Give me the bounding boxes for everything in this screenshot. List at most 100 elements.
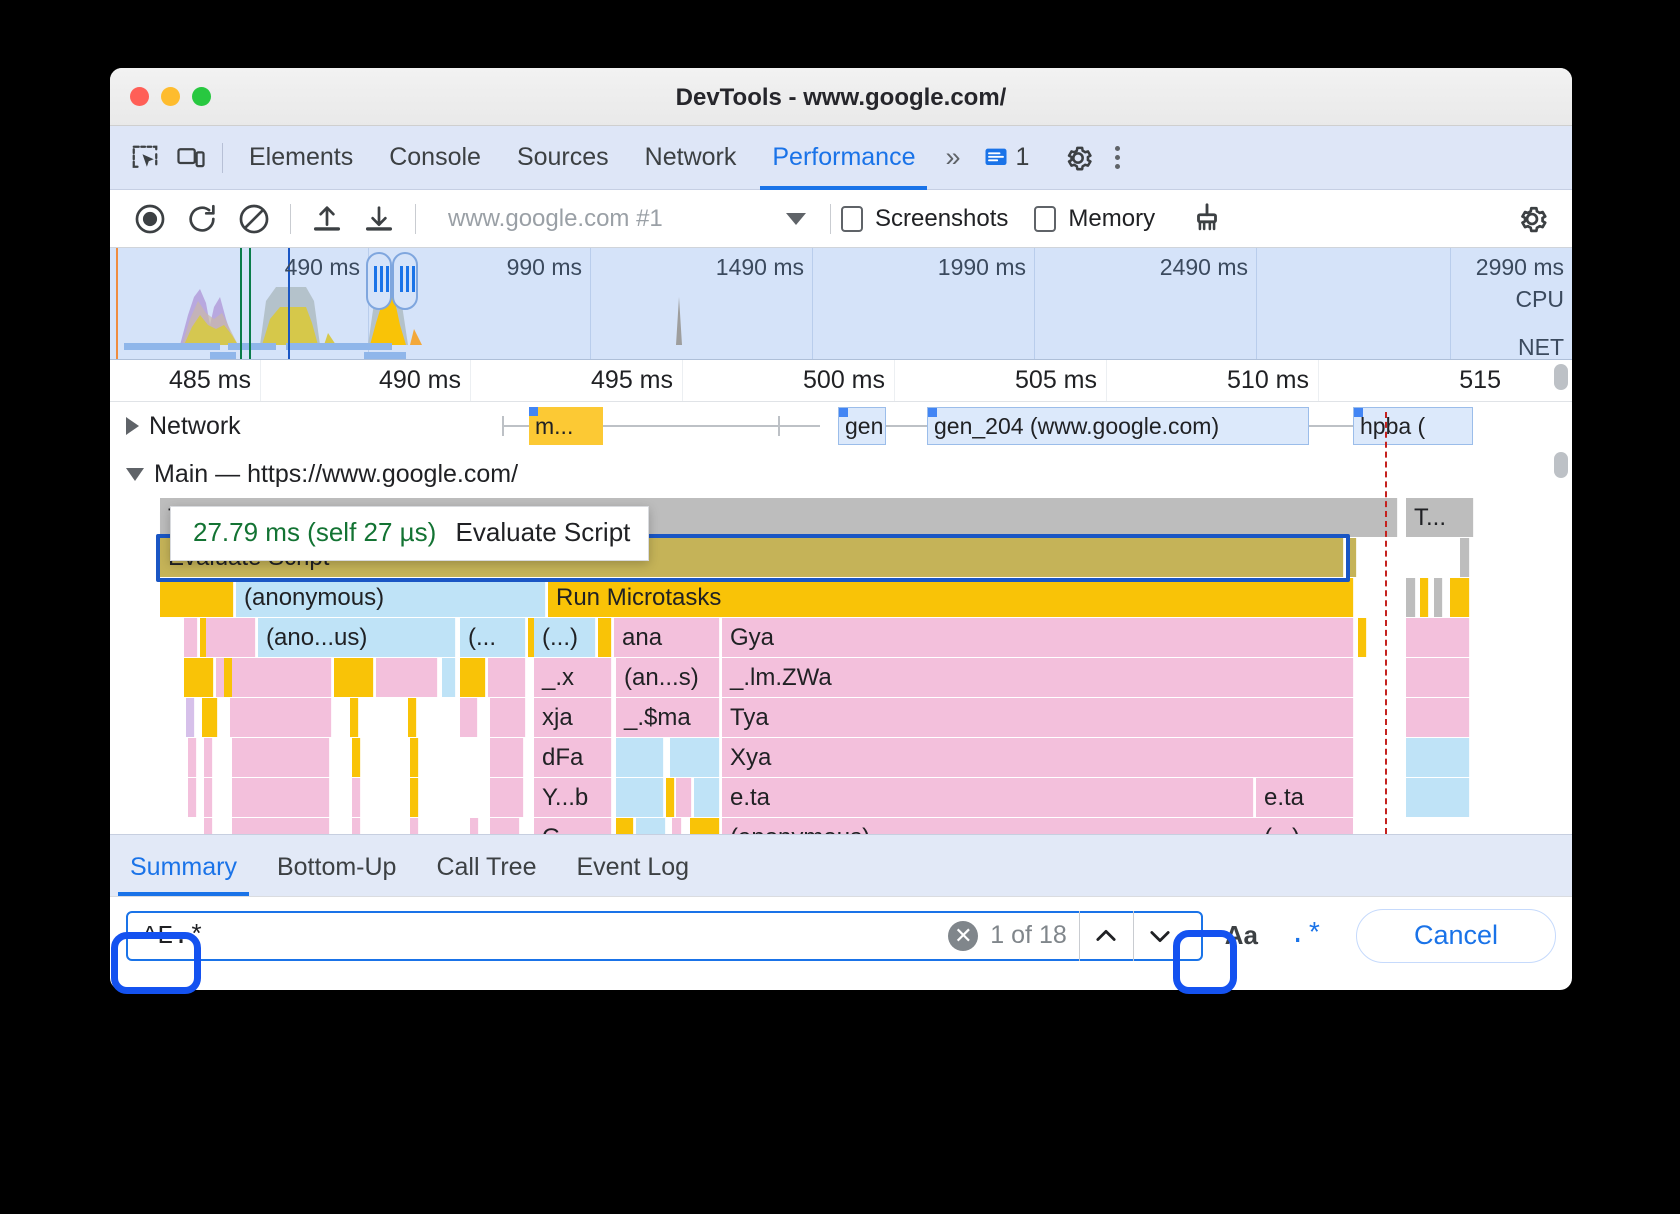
- upload-profile-button[interactable]: [301, 193, 353, 245]
- flame-event-sliver[interactable]: [188, 778, 197, 817]
- flame-event-sliver[interactable]: [334, 658, 374, 697]
- flame-event-yellow[interactable]: [160, 578, 234, 617]
- flame-event-blue[interactable]: [670, 738, 720, 777]
- use-regex-button[interactable]: .*: [1280, 911, 1332, 961]
- more-tabs-icon[interactable]: »: [933, 142, 969, 173]
- flame-event-eta-2[interactable]: e.ta: [1256, 778, 1354, 817]
- flame-event-sliver[interactable]: [1406, 778, 1470, 817]
- flame-event-sliver[interactable]: [232, 778, 330, 817]
- timeline-flamechart[interactable]: 485 ms 490 ms 495 ms 500 ms 505 ms 510 m…: [110, 360, 1572, 834]
- flame-event-run-microtasks[interactable]: Run Microtasks: [548, 578, 1354, 617]
- overview-selection-handle-right[interactable]: [392, 252, 418, 310]
- flame-event-eta[interactable]: e.ta: [722, 778, 1254, 817]
- flame-event-underscore-x[interactable]: _.x: [534, 658, 612, 697]
- kebab-menu-icon[interactable]: [1101, 146, 1134, 169]
- flame-event-sliver[interactable]: [352, 738, 361, 777]
- flame-event-dfa[interactable]: dFa: [534, 738, 612, 777]
- capture-settings-gear-icon[interactable]: [1506, 193, 1558, 245]
- settings-gear-icon[interactable]: [1055, 135, 1101, 181]
- flame-event-sliver[interactable]: [488, 658, 526, 697]
- flame-event-sliver[interactable]: [1406, 738, 1470, 777]
- memory-checkbox[interactable]: Memory: [1034, 205, 1155, 233]
- flame-event-sliver[interactable]: [1348, 538, 1357, 577]
- search-prev-button[interactable]: [1079, 911, 1133, 961]
- flame-event-tya[interactable]: Tya: [722, 698, 1354, 737]
- flame-event-sliver[interactable]: [672, 818, 682, 834]
- flame-event-sliver[interactable]: [184, 618, 198, 657]
- flame-event-sliver[interactable]: [690, 818, 720, 834]
- flame-event-sliver[interactable]: [598, 618, 612, 657]
- flame-event-sliver[interactable]: [408, 698, 417, 737]
- collect-garbage-button[interactable]: [1181, 193, 1233, 245]
- flame-event-sliver[interactable]: [204, 778, 213, 817]
- network-track[interactable]: m... gen gen_204 (www.google.com) hpba (: [110, 402, 1572, 450]
- flame-event-sliver[interactable]: [1406, 658, 1470, 697]
- flame-event-anonymous[interactable]: (ano...us): [258, 618, 456, 657]
- flame-event-blue[interactable]: [616, 738, 664, 777]
- tab-console[interactable]: Console: [371, 126, 499, 190]
- flame-event-sliver[interactable]: [676, 778, 692, 817]
- flame-event-sliver[interactable]: [410, 778, 419, 817]
- flame-event-sliver[interactable]: [230, 698, 332, 737]
- search-input[interactable]: ^E.* ✕ 1 of 18: [126, 911, 1203, 961]
- flame-event-gya[interactable]: Gya: [722, 618, 1354, 657]
- flame-event-sliver[interactable]: [376, 658, 438, 697]
- issues-indicator[interactable]: 1: [970, 143, 1042, 172]
- clear-recording-button[interactable]: [228, 193, 280, 245]
- screenshots-checkbox[interactable]: Screenshots: [841, 205, 1008, 233]
- flame-event-sliver[interactable]: [202, 698, 218, 737]
- flame-event-sliver[interactable]: [666, 778, 675, 817]
- device-toolbar-icon[interactable]: [168, 135, 214, 181]
- flame-event-sliver[interactable]: [460, 658, 486, 697]
- overview-selection-handle-left[interactable]: [366, 252, 392, 310]
- tab-sources[interactable]: Sources: [499, 126, 627, 190]
- flame-event-sliver[interactable]: [470, 818, 479, 834]
- tab-bottom-up[interactable]: Bottom-Up: [257, 853, 416, 896]
- flame-event-sliver[interactable]: [1450, 578, 1470, 617]
- flame-event-sliver[interactable]: [1358, 618, 1367, 657]
- flame-event-sliver[interactable]: [232, 818, 330, 834]
- flame-event-sliver[interactable]: [184, 658, 214, 697]
- tab-summary[interactable]: Summary: [110, 853, 257, 896]
- flame-event-y-b[interactable]: Y...b: [534, 778, 612, 817]
- flame-event-sliver[interactable]: [1434, 578, 1443, 617]
- flame-event-sliver[interactable]: [1420, 578, 1429, 617]
- flame-event-xja[interactable]: xja: [534, 698, 612, 737]
- flame-event-sliver[interactable]: [410, 738, 419, 777]
- flame-event-sliver[interactable]: [186, 698, 195, 737]
- timeline-scrollbar-thumb[interactable]: [1554, 364, 1568, 390]
- flame-event-sliver[interactable]: [490, 818, 520, 834]
- flame-event-anon-dots[interactable]: (...): [534, 618, 596, 657]
- chevron-down-icon[interactable]: [126, 468, 144, 481]
- flame-event-blue[interactable]: [616, 778, 664, 817]
- flame-event-blue[interactable]: [636, 818, 666, 834]
- tab-call-tree[interactable]: Call Tree: [416, 853, 556, 896]
- flame-event-lm-zwa[interactable]: _.lm.ZWa: [722, 658, 1354, 697]
- flame-event-dots[interactable]: (...): [1256, 818, 1354, 834]
- flame-event-sliver[interactable]: [352, 778, 361, 817]
- network-track-header[interactable]: Network: [110, 402, 1572, 450]
- tab-event-log[interactable]: Event Log: [557, 853, 710, 896]
- timeline-overview[interactable]: 490 ms 990 ms 1490 ms 1990 ms 2490 ms 29…: [110, 248, 1572, 360]
- flame-event-sliver[interactable]: [490, 738, 524, 777]
- main-track-header[interactable]: Main — https://www.google.com/: [110, 450, 1572, 498]
- flame-event-anonymous[interactable]: (anonymous): [236, 578, 546, 617]
- flame-event-xya[interactable]: Xya: [722, 738, 1354, 777]
- flame-event-ana[interactable]: ana: [614, 618, 720, 657]
- flame-event-sliver[interactable]: [616, 818, 634, 834]
- flame-event-anon-s[interactable]: (an...s): [616, 658, 720, 697]
- flame-event-dollar-ma[interactable]: _.$ma: [616, 698, 720, 737]
- flame-event-sliver[interactable]: [352, 818, 361, 834]
- flame-event-sliver[interactable]: [1406, 698, 1470, 737]
- chevron-right-icon[interactable]: [126, 417, 139, 435]
- clear-search-icon[interactable]: ✕: [948, 921, 978, 951]
- match-case-button[interactable]: Aa: [1213, 920, 1270, 951]
- tab-performance[interactable]: Performance: [754, 126, 933, 190]
- flame-event-sliver[interactable]: [188, 738, 197, 777]
- flame-event-anon-short[interactable]: (...: [460, 618, 526, 657]
- tab-network[interactable]: Network: [627, 126, 755, 190]
- flame-event-g-dots[interactable]: G...: [534, 818, 612, 834]
- flame-event-sliver[interactable]: [410, 818, 419, 834]
- flame-event-sliver[interactable]: [232, 658, 332, 697]
- download-profile-button[interactable]: [353, 193, 405, 245]
